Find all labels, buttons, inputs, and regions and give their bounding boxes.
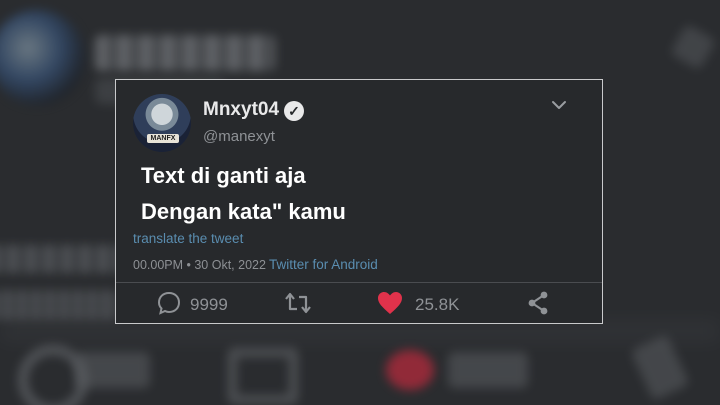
blurred-like-count — [448, 352, 528, 388]
avatar-tag: MANFX — [147, 134, 179, 143]
heart-icon[interactable] — [376, 290, 404, 316]
translate-link[interactable]: translate the tweet — [133, 231, 243, 246]
tweet-card: MANFX Mnxyt04 ✓ @manexyt Text di ganti a… — [115, 79, 603, 324]
blurred-name — [95, 35, 275, 71]
share-icon[interactable] — [526, 290, 550, 316]
reply-count: 9999 — [190, 295, 228, 314]
blurred-reply-count — [75, 352, 150, 388]
blurred-heart-icon — [386, 350, 434, 390]
blurred-share-icon — [630, 334, 690, 401]
blurred-retweet-icon — [228, 348, 298, 404]
blurred-avatar — [0, 10, 85, 105]
blurred-date — [0, 290, 120, 320]
avatar[interactable]: MANFX — [133, 94, 191, 152]
blurred-chevron — [669, 23, 717, 71]
verified-badge-icon: ✓ — [284, 101, 304, 121]
user-handle[interactable]: @manexyt — [203, 128, 275, 145]
tweet-text-line-1: Text di ganti aja — [141, 163, 306, 188]
blurred-translate — [0, 245, 125, 273]
chevron-down-icon[interactable] — [550, 96, 568, 114]
tweet-text-line-2: Dengan kata" kamu — [141, 199, 346, 224]
retweet-icon[interactable] — [283, 290, 313, 316]
divider — [116, 282, 602, 283]
display-name[interactable]: Mnxyt04 — [203, 99, 279, 121]
comment-icon[interactable] — [156, 290, 182, 316]
action-bar: 9999 25.8K — [116, 286, 602, 322]
tweet-timestamp: 00.00PM • 30 Okt, 2022 — [133, 258, 266, 272]
like-count: 25.8K — [415, 295, 460, 314]
tweet-source-link[interactable]: Twitter for Android — [269, 257, 378, 272]
